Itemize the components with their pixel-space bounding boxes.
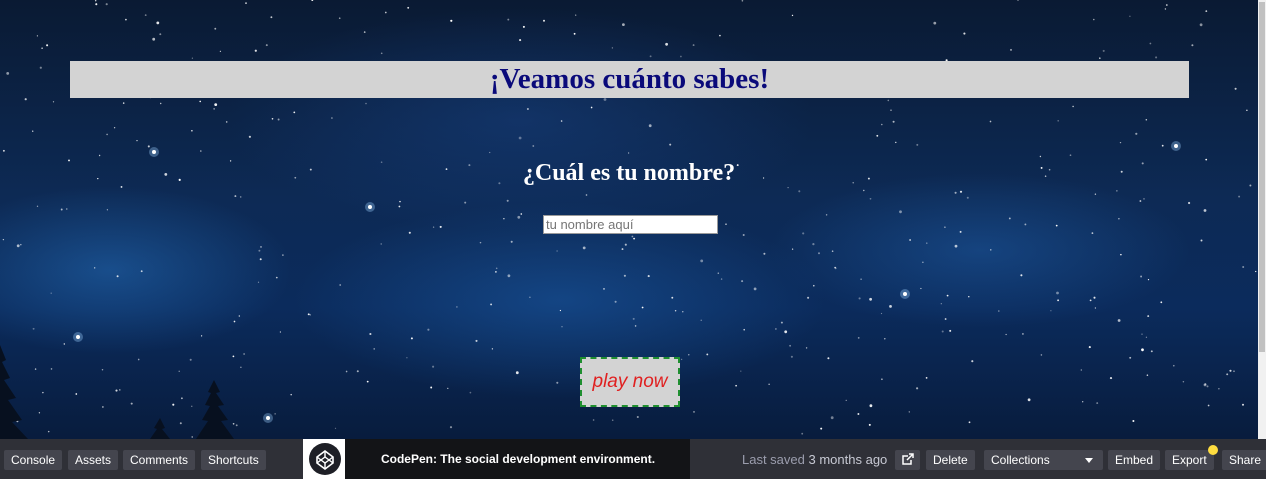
preview-scrollbar[interactable]: [1258, 0, 1266, 439]
codepen-promo-banner[interactable]: CodePen: The social development environm…: [303, 439, 690, 479]
shortcuts-button[interactable]: Shortcuts: [201, 450, 266, 470]
external-link-icon: [902, 453, 914, 465]
promo-text: CodePen: The social development environm…: [380, 452, 656, 466]
collections-label: Collections: [991, 453, 1050, 467]
comments-button[interactable]: Comments: [123, 450, 196, 470]
codepen-logo: [303, 439, 345, 479]
delete-button[interactable]: Delete: [926, 450, 975, 470]
chevron-down-icon: [1085, 458, 1093, 463]
codepen-editor-window: ¡Veamos cuánto sabes! ¿Cuál es tu nombre…: [0, 0, 1266, 479]
scrollbar-thumb[interactable]: [1259, 2, 1265, 352]
open-external-button[interactable]: [895, 450, 920, 470]
embed-button[interactable]: Embed: [1108, 450, 1161, 470]
export-button[interactable]: Export: [1165, 450, 1214, 470]
last-saved-label: Last saved: [742, 452, 805, 467]
assets-button[interactable]: Assets: [68, 450, 119, 470]
last-saved-status: Last saved 3 months ago: [742, 450, 887, 470]
share-button[interactable]: Share: [1222, 450, 1266, 470]
export-notification-dot: [1208, 445, 1218, 455]
last-saved-age: 3 months ago: [808, 452, 888, 467]
preview-pane: ¡Veamos cuánto sabes! ¿Cuál es tu nombre…: [0, 0, 1258, 439]
codepen-cube-icon: [316, 450, 334, 470]
console-button[interactable]: Console: [4, 450, 63, 470]
collections-dropdown[interactable]: Collections: [984, 450, 1103, 470]
pine-trees-silhouette: [0, 345, 234, 439]
